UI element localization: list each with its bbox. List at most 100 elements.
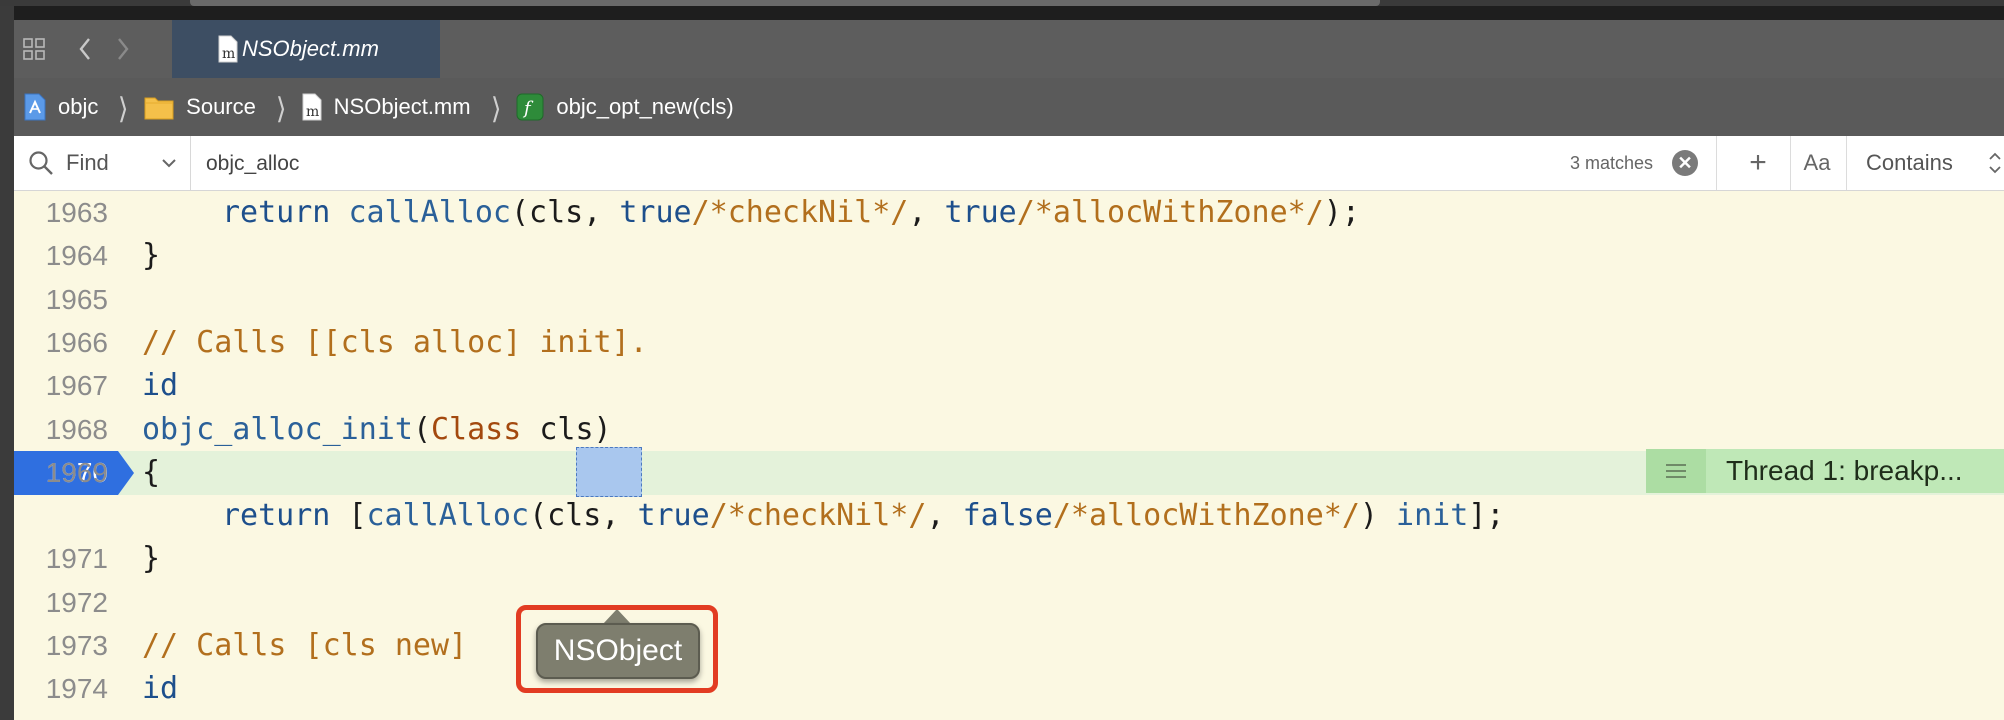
code-line: 1973 // Calls [cls new] [14,624,2004,668]
forward-icon[interactable] [108,20,138,78]
objc-file-icon: m [218,35,238,68]
token: ]; [1468,498,1505,534]
grid-icon[interactable] [14,20,54,78]
token: ( [412,411,431,447]
add-pattern-button[interactable]: + [1728,136,1788,190]
token: return [222,195,331,230]
breadcrumb-label: objc_opt_new(cls) [556,94,734,119]
token: cls [547,498,602,534]
breadcrumb-item-function[interactable]: f objc_opt_new(cls) [516,93,734,121]
breadcrumb: objc ❭ Source ❭ m NSObject.mm ❭ f objc_o… [14,78,2004,137]
line-number: 1964 [45,240,108,272]
token: ( [529,498,548,534]
divider [1716,136,1717,190]
token: , [926,498,963,534]
objc-file-icon: m [302,93,322,121]
token: /*checkNil*/ [691,195,909,230]
token: callAlloc [366,498,530,534]
token: init [1396,498,1469,534]
token: /*allocWithZone*/ [1016,195,1324,230]
token: ) [1359,498,1397,534]
code-text: id [142,368,179,404]
code-area[interactable]: 1970 Thread 1: breakp... 1963 return cal… [14,191,2004,720]
window-title-strip [0,0,2004,6]
code-text: { [142,454,161,490]
code-line: 1971 } [14,537,2004,581]
match-style-select[interactable]: Contains [1850,136,2004,190]
code-comment: // Calls [cls new] [142,628,468,663]
code-line: 1966 // Calls [[cls alloc] init]. [14,321,2004,365]
plus-icon: + [1749,146,1767,179]
line-number: 1963 [45,197,108,228]
line-number: 1974 [45,673,108,705]
find-mode-menu[interactable]: Find [14,136,191,190]
find-mode-label: Find [66,150,109,175]
token: ); [1323,195,1360,230]
match-style-label: Contains [1866,150,1953,175]
back-icon[interactable] [70,20,100,78]
tab-label: NSObject.mm [242,36,379,61]
breadcrumb-label: NSObject.mm [333,94,471,119]
code-text: id [142,671,179,707]
code-text: objc_alloc_init(Class cls) [142,408,612,452]
token: , [601,498,638,534]
code-line: 1963 return callAlloc(cls, true /*checkNi… [14,191,2004,235]
breadcrumb-label: objc [58,94,99,119]
code-line: 1964 } [14,234,2004,278]
token: false [962,498,1053,534]
token: true [637,498,710,534]
token: return [222,498,331,534]
code-text: return callAlloc(cls, true/*checkNil*/, … [222,191,1360,235]
breadcrumb-item-nsobject-mm[interactable]: m NSObject.mm [302,93,471,121]
match-case-button[interactable]: Aa [1790,136,1844,190]
line-number: 1966 [45,326,108,358]
source-editor: m NSObject.mm objc ❭ Source ❭ m NSObject… [14,20,2004,720]
chevron-right-icon: ❭ [488,91,503,122]
token: /*allocWithZone*/ [1052,498,1360,534]
breadcrumb-item-objc[interactable]: objc [24,93,98,121]
find-bar: Find 3 matches ✕ + Aa Contains [14,136,2004,191]
token: cls) [521,411,612,447]
code-text: } [142,541,161,577]
window-frame-edge [0,6,14,720]
code-line: 1967 id [14,364,2004,408]
code-text: } [142,238,161,274]
token: [ [330,498,367,534]
match-case-label: Aa [1803,150,1831,175]
search-input[interactable] [204,144,1508,184]
token: Class [431,411,522,447]
code-line-current: return [callAlloc(cls, true/*checkNil*/,… [14,494,2004,538]
breadcrumb-label: Source [186,94,256,119]
token: , [908,195,945,230]
chevron-right-icon: ❭ [274,91,288,122]
line-number: 1965 [45,283,108,315]
svg-text:m: m [306,104,319,120]
token: true [944,195,1017,230]
code-line: 1969 { [14,451,2004,495]
tab-nsobject-mm[interactable]: m NSObject.mm [172,20,440,78]
code-line: 1968 objc_alloc_init(Class cls) [14,408,2004,452]
function-icon: f [516,93,544,121]
token: /*checkNil*/ [709,498,927,534]
title-bar-track [190,0,1380,6]
code-comment: // Calls [[cls alloc] init]. [142,324,648,360]
clear-search-button[interactable]: ✕ [1672,150,1698,176]
code-line: 1972 [14,581,2004,625]
breadcrumb-item-source[interactable]: Source [144,94,256,120]
line-number: 1972 [45,586,108,618]
divider [1846,136,1847,190]
match-count: 3 matches [1570,152,1654,173]
close-icon: ✕ [1677,152,1693,173]
token: objc_alloc_init [142,411,413,447]
project-icon [24,93,46,121]
updown-chevron-icon [1988,149,2002,177]
line-number: 1971 [45,543,108,575]
token: (cls, [511,195,620,230]
token: callAlloc [348,195,511,230]
folder-icon [144,94,174,120]
line-number: 1968 [45,413,108,445]
highlight-annotation-box [516,605,718,693]
code-line: 1974 id [14,667,2004,711]
chevron-right-icon: ❭ [116,91,130,122]
search-icon [28,150,54,176]
